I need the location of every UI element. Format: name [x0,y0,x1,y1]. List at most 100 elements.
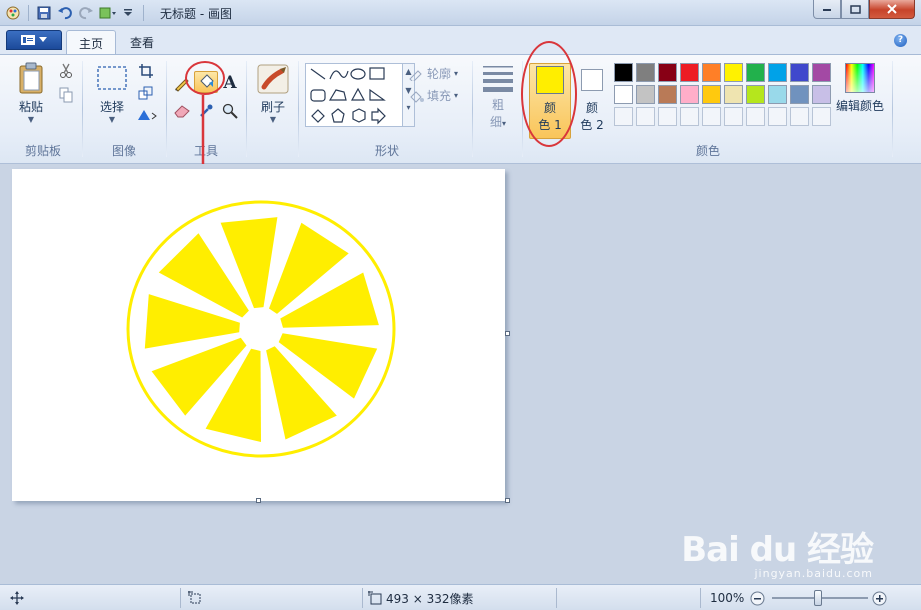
palette-swatch-empty[interactable] [746,107,765,126]
expand-gallery-icon[interactable]: ▾ [403,103,414,112]
chevron-down-icon[interactable] [119,4,137,22]
redo-icon[interactable] [77,4,95,22]
paint-app-icon[interactable] [4,4,22,22]
pencil-icon[interactable] [172,73,192,93]
palette-swatch-empty[interactable] [790,107,809,126]
outline-button[interactable]: 轮廓 ▾ [408,65,458,82]
magnifier-icon[interactable] [220,101,240,121]
group-divider [298,61,299,157]
clipboard-icon [19,62,43,94]
crop-icon[interactable] [136,61,156,81]
cut-icon[interactable] [56,61,76,81]
group-divider [166,61,167,157]
palette-swatch[interactable] [768,85,787,104]
shapes-group-label: 形状 [374,144,399,158]
palette-swatch[interactable] [812,63,831,82]
palette-swatch-empty[interactable] [614,107,633,126]
shapes-group: ▲ ▼ ▾ 轮廓 ▾ 填充 ▾ 形状 [302,57,472,161]
chevron-down-icon: ▾ [454,69,459,78]
palette-swatch[interactable] [614,63,633,82]
palette-swatch-empty[interactable] [702,107,721,126]
line-size-icon [483,66,513,92]
palette-swatch-empty[interactable] [636,107,655,126]
palette-swatch[interactable] [724,63,743,82]
save-icon[interactable] [35,4,53,22]
rotate-icon[interactable] [134,105,160,125]
ribbon: 粘贴 ▼ 剪贴板 选择 ▼ 图像 A 工具 刷子 ▼ ▲ ▼ ▾ 轮廓 ▾ 填充… [0,54,921,164]
colors-group-label: 颜色 [695,144,720,158]
palette-swatch[interactable] [724,85,743,104]
lemon-drawing [126,200,396,458]
palette-swatch-empty[interactable] [724,107,743,126]
palette-swatch[interactable] [702,85,721,104]
palette-swatch[interactable] [768,63,787,82]
eraser-icon[interactable] [172,101,192,121]
tab-home[interactable]: 主页 [66,30,117,54]
paste-button[interactable]: 粘贴 ▼ [12,61,50,124]
palette-swatch[interactable] [636,85,655,104]
brush-icon [257,64,289,94]
brushes-button[interactable]: 刷子 ▼ [252,63,294,124]
palette-swatch[interactable] [636,63,655,82]
app-menu-button[interactable] [6,30,62,50]
help-icon[interactable]: ? [894,34,907,47]
select-button[interactable]: 选择 ▼ [90,63,134,124]
palette-swatch-empty[interactable] [658,107,677,126]
size-button[interactable]: 粗 细▾ [478,63,518,130]
color2-swatch[interactable] [581,69,603,91]
palette-swatch[interactable] [812,85,831,104]
palette-swatch[interactable] [680,63,699,82]
text-icon[interactable]: A [220,73,240,93]
zoom-in-button[interactable] [872,589,887,607]
zoom-out-icon [750,591,765,605]
palette-swatch-empty[interactable] [680,107,699,126]
palette-swatch[interactable] [680,85,699,104]
resize-icon[interactable] [136,83,156,103]
color2-label: 颜 色 2 [580,101,604,132]
cursor-position [10,589,24,607]
watermark-main: Bai du 经验 [681,530,874,570]
resize-handle-right[interactable] [505,331,510,336]
edit-colors-button[interactable]: 编辑颜色 [832,63,888,114]
fill-button[interactable]: 填充 ▾ [408,87,458,104]
close-button[interactable] [869,0,915,19]
size-group: 粗 细▾ [476,57,520,161]
status-divider [362,588,363,608]
palette-swatch[interactable] [702,63,721,82]
fill-bucket-icon[interactable] [194,71,218,93]
drawing-canvas[interactable] [12,169,505,501]
tab-view[interactable]: 查看 [118,30,166,54]
baidu-watermark: Bai du 经验 jingyan.baidu.com [681,522,874,580]
group-divider [472,61,473,157]
size-label-line2: 细▾ [489,115,507,129]
qat-divider [28,5,29,21]
edit-colors-label: 编辑颜色 [835,99,884,113]
undo-icon[interactable] [56,4,74,22]
customize-qat-icon[interactable] [98,4,116,22]
palette-swatch-empty[interactable] [812,107,831,126]
chevron-down-icon: ▼ [27,115,35,124]
image-group: 选择 ▼ 图像 [84,57,164,161]
palette-swatch[interactable] [746,85,765,104]
palette-swatch-empty[interactable] [768,107,787,126]
palette-swatch[interactable] [790,85,809,104]
canvas-dimensions: 493 × 332像素 [386,591,474,606]
color1-button[interactable] [529,63,571,139]
zoom-slider-thumb[interactable] [814,590,822,606]
resize-handle-corner[interactable] [505,498,510,503]
selection-size [188,589,202,607]
fill-icon [410,90,424,103]
palette-swatch[interactable] [614,85,633,104]
lemon-core [244,312,278,346]
palette-swatch[interactable] [658,85,677,104]
palette-swatch[interactable] [746,63,765,82]
zoom-out-button[interactable] [750,589,765,607]
palette-swatch[interactable] [658,63,677,82]
palette-swatch[interactable] [790,63,809,82]
resize-handle-bottom[interactable] [256,498,261,503]
copy-icon[interactable] [56,85,76,105]
minimize-button[interactable] [813,0,841,19]
status-divider [556,588,557,608]
shapes-gallery[interactable] [305,63,403,127]
maximize-button[interactable] [841,0,869,19]
